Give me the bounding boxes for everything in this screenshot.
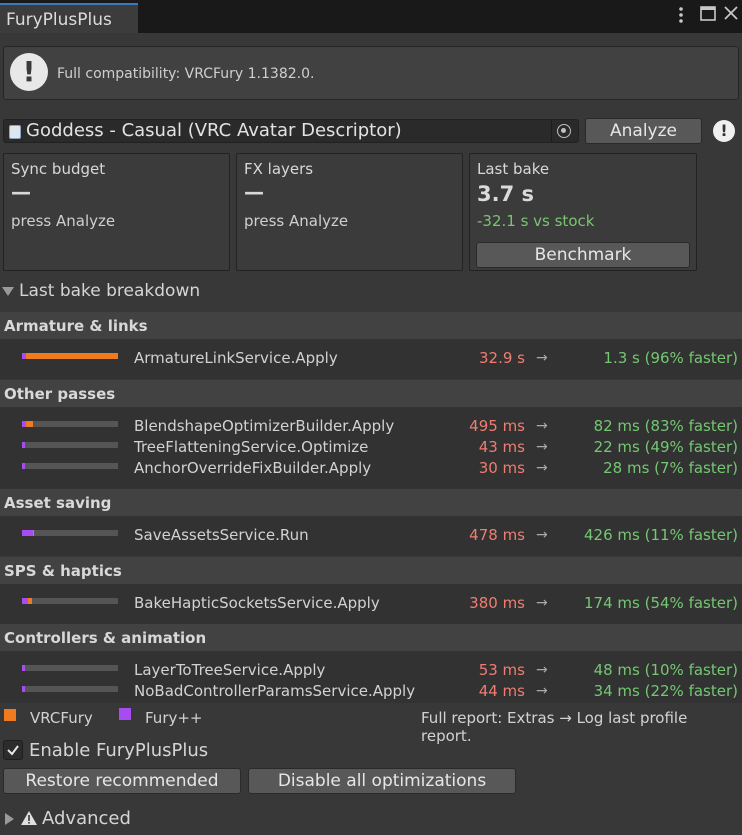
enable-label[interactable]: Enable FuryPlusPlus (29, 740, 208, 761)
timing-bar (22, 353, 118, 359)
warning-triangle-icon (20, 810, 38, 830)
time-before: 30 ms (478, 459, 525, 477)
section-title: Armature & links (4, 317, 148, 335)
enable-checkbox[interactable] (3, 740, 23, 760)
fx-layers-title: FX layers (244, 160, 314, 178)
full-report-hint: Full report: Extras → Log last profile r… (421, 709, 688, 745)
vrcfury-bar-segment (26, 421, 33, 427)
benchmark-button[interactable]: Benchmark (476, 242, 690, 268)
time-before: 478 ms (469, 526, 525, 544)
furypp-bar-segment (22, 442, 25, 448)
time-before: 495 ms (469, 417, 525, 435)
legend-furypp-label: Fury++ (145, 709, 203, 727)
time-after: 34 ms (22% faster) (593, 682, 738, 700)
pass-name: AnchorOverrideFixBuilder.Apply (134, 459, 372, 477)
window-tab[interactable]: FuryPlusPlus (0, 3, 138, 33)
last-bake-value: 3.7 s (477, 182, 535, 206)
picker-divider (551, 120, 552, 142)
furypp-bar-segment (22, 686, 25, 692)
timing-bar (22, 598, 118, 604)
pass-name: LayerToTreeService.Apply (134, 661, 326, 679)
timing-bar (22, 665, 118, 671)
close-icon[interactable] (724, 6, 738, 24)
sync-budget-value: — (11, 180, 31, 204)
compatibility-text: Full compatibility: VRCFury 1.1382.0. (57, 66, 315, 82)
vrcfury-bar-segment (33, 530, 34, 536)
timing-bar (22, 421, 118, 427)
advanced-foldout-label[interactable]: Advanced (42, 808, 131, 829)
legend-vrcfury-label: VRCFury (30, 709, 93, 727)
object-picker-icon[interactable] (557, 124, 571, 138)
vrcfury-bar-segment (28, 598, 32, 604)
timing-bar (22, 530, 118, 536)
furypp-bar-segment (22, 665, 25, 671)
maximize-icon[interactable] (700, 6, 716, 26)
breakdown-foldout-label[interactable]: Last bake breakdown (19, 281, 200, 301)
furypp-bar-segment (22, 463, 25, 469)
timing-bar (22, 463, 118, 469)
analyze-button[interactable]: Analyze (585, 118, 702, 144)
timing-bar (22, 686, 118, 692)
legend-furypp-swatch (119, 708, 131, 720)
time-before: 44 ms (478, 682, 525, 700)
time-after: 48 ms (10% faster) (593, 661, 738, 679)
time-before: 43 ms (478, 438, 525, 456)
pass-name: ArmatureLinkService.Apply (134, 349, 338, 367)
time-after: 82 ms (83% faster) (593, 417, 738, 435)
last-bake-title: Last bake (477, 160, 550, 178)
sync-budget-hint: press Analyze (11, 212, 116, 230)
timing-bar (22, 442, 118, 448)
breakdown-foldout-arrow-icon[interactable] (2, 285, 14, 301)
fx-layers-hint: press Analyze (244, 212, 349, 230)
furypp-bar-segment (22, 530, 33, 536)
time-before: 53 ms (478, 661, 525, 679)
pass-name: SaveAssetsService.Run (134, 526, 309, 544)
advanced-foldout-arrow-icon[interactable] (4, 813, 14, 829)
kebab-menu-icon[interactable] (674, 6, 688, 28)
vrcfury-bar-segment (26, 353, 118, 359)
section-title: SPS & haptics (4, 562, 122, 580)
legend-vrcfury-swatch (4, 709, 16, 721)
sync-budget-title: Sync budget (11, 160, 106, 178)
disable-all-optimizations-button[interactable]: Disable all optimizations (248, 768, 516, 794)
pass-name: BlendshapeOptimizerBuilder.Apply (134, 417, 395, 435)
time-after: 22 ms (49% faster) (593, 438, 738, 456)
warning-exclamation-icon[interactable]: ! (713, 120, 735, 142)
time-after: 1.3 s (96% faster) (603, 349, 738, 367)
avatar-field-value: Goddess - Casual (VRC Avatar Descriptor) (26, 120, 402, 141)
info-exclamation-icon: ! (10, 53, 48, 91)
window-tab-label: FuryPlusPlus (6, 10, 112, 30)
time-before: 32.9 s (479, 349, 525, 367)
last-bake-delta: -32.1 s vs stock (477, 212, 595, 230)
pass-name: NoBadControllerParamsService.Apply (134, 682, 416, 700)
section-title: Asset saving (4, 494, 112, 512)
time-before: 380 ms (469, 594, 525, 612)
pass-name: BakeHapticSocketsService.Apply (134, 594, 380, 612)
section-title: Other passes (4, 385, 116, 403)
fx-layers-value: — (244, 180, 264, 204)
time-after: 174 ms (54% faster) (584, 594, 738, 612)
restore-recommended-button[interactable]: Restore recommended (3, 768, 241, 794)
time-after: 426 ms (11% faster) (584, 526, 738, 544)
section-title: Controllers & animation (4, 629, 207, 647)
time-after: 28 ms (7% faster) (603, 459, 738, 477)
pass-name: TreeFlatteningService.Optimize (134, 438, 369, 456)
avatar-descriptor-icon (9, 125, 21, 139)
